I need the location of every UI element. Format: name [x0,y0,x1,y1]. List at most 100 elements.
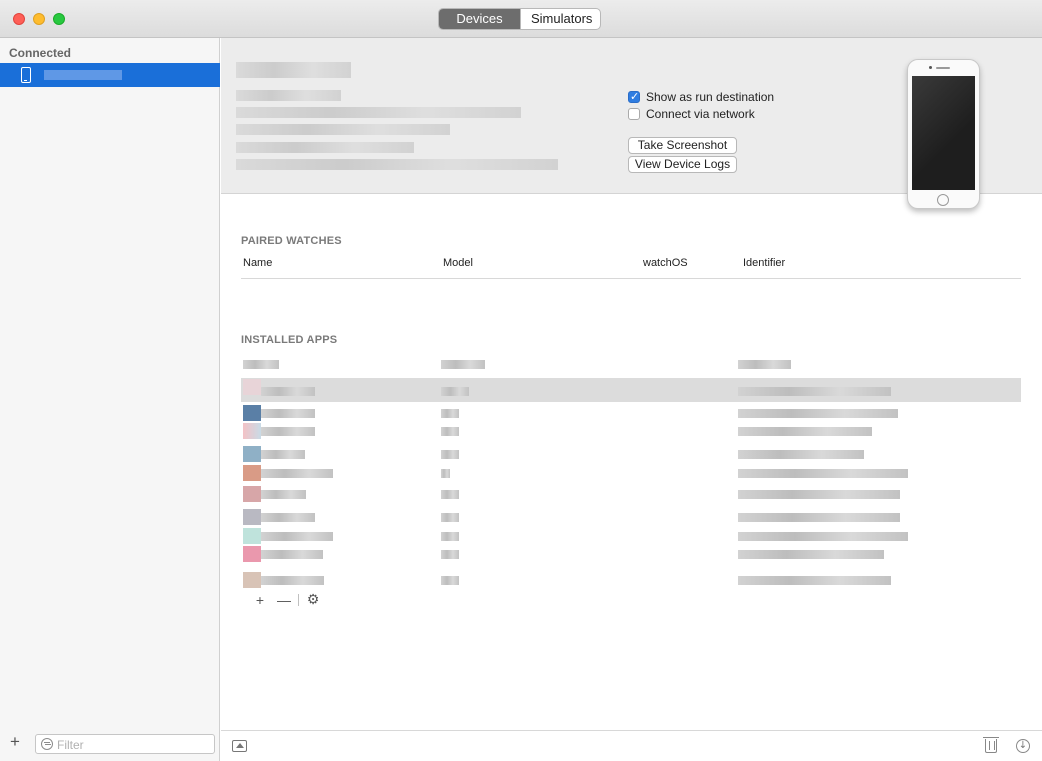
device-screen [912,76,975,190]
app-version-redacted [441,576,459,585]
device-info-redacted [236,124,450,135]
sidebar-footer: + [0,728,220,761]
app-identifier-redacted [738,450,864,459]
show-console-icon[interactable] [232,740,247,752]
table-row[interactable] [241,508,1021,526]
column-header-identifier[interactable]: Identifier [743,257,785,269]
device-name-redacted [44,70,122,80]
table-row[interactable] [241,445,1021,463]
connect-via-network-label: Connect via network [646,107,755,121]
app-name-redacted [261,513,315,522]
show-as-run-destination-option[interactable]: Show as run destination [628,89,774,105]
column-header-watchos[interactable]: watchOS [643,257,688,269]
table-row[interactable] [241,404,1021,422]
close-window-button[interactable] [13,13,25,25]
app-icon [243,405,261,421]
tab-devices[interactable]: Devices [439,9,520,29]
app-icon [243,446,261,462]
app-identifier-redacted [738,490,900,499]
app-icon [243,546,261,562]
app-name-redacted [261,576,324,585]
app-icon [243,528,261,544]
filter-input[interactable] [57,737,207,752]
app-identifier-redacted [738,513,900,522]
app-identifier-redacted [738,532,908,541]
take-screenshot-button[interactable]: Take Screenshot [628,137,737,154]
add-device-button[interactable]: + [10,733,20,750]
app-icon [243,572,261,588]
connect-via-network-checkbox[interactable] [628,108,640,120]
table-row[interactable] [241,527,1021,545]
sidebar-item-device[interactable] [0,63,220,87]
app-version-redacted [441,387,469,396]
view-device-logs-button[interactable]: View Device Logs [628,156,737,173]
tab-simulators[interactable]: Simulators [520,9,600,29]
iphone-icon [21,67,31,83]
app-version-redacted [441,490,459,499]
app-icon [243,486,261,502]
app-version-redacted [441,409,459,418]
window-titlebar: Devices Simulators [0,0,1042,38]
app-version-redacted [441,550,459,559]
table-row[interactable] [241,545,1021,563]
installed-apps-toolbar: + — ⚙ [248,592,325,608]
remove-app-button[interactable]: — [272,593,296,607]
device-image [907,59,980,209]
toolbar-divider [298,594,299,606]
app-version-redacted [441,427,459,436]
header-cell-redacted [441,360,485,369]
add-app-button[interactable]: + [248,593,272,607]
installed-apps-title: INSTALLED APPS [241,334,338,346]
filter-field[interactable] [35,734,215,754]
app-name-redacted [261,409,315,418]
filter-icon [41,738,53,750]
app-version-redacted [441,513,459,522]
app-name-redacted [261,490,306,499]
app-name-redacted [261,469,333,478]
app-icon [243,423,261,439]
app-identifier-redacted [738,576,891,585]
device-info-redacted [236,142,414,153]
connect-via-network-option[interactable]: Connect via network [628,106,755,122]
header-cell-redacted [243,360,279,369]
app-identifier-redacted [738,387,891,396]
app-identifier-redacted [738,550,884,559]
table-row[interactable] [241,464,1021,482]
app-icon [243,509,261,525]
trash-icon[interactable] [983,737,999,753]
home-button-icon [937,194,949,206]
app-identifier-redacted [738,469,908,478]
devices-simulators-segmented-control: Devices Simulators [438,8,601,30]
app-version-redacted [441,469,450,478]
table-row[interactable] [241,571,1021,589]
app-identifier-redacted [738,409,898,418]
app-icon [243,379,261,395]
download-icon[interactable]: ↓ [1016,739,1030,753]
column-header-name[interactable]: Name [243,257,272,269]
minimize-window-button[interactable] [33,13,45,25]
camera-icon [929,66,932,69]
app-identifier-redacted [738,427,872,436]
table-row[interactable] [241,422,1021,440]
app-version-redacted [441,532,459,541]
gear-icon[interactable]: ⚙ [301,593,325,607]
table-row[interactable] [241,485,1021,503]
bottom-bar: ↓ [221,730,1042,761]
connected-section-label: Connected [9,46,72,60]
app-icon [243,465,261,481]
device-title-redacted [236,62,351,78]
device-info-redacted [236,107,521,118]
device-sidebar: Connected + [0,38,220,761]
show-as-run-destination-checkbox[interactable] [628,90,640,103]
app-name-redacted [261,532,333,541]
column-header-model[interactable]: Model [443,257,473,269]
table-row[interactable] [241,378,1021,402]
apps-table-header [241,355,1021,373]
app-version-redacted [441,450,459,459]
device-info-header: Show as run destination Connect via netw… [221,38,1042,209]
zoom-window-button[interactable] [53,13,65,25]
app-name-redacted [261,550,323,559]
paired-watches-title: PAIRED WATCHES [241,235,342,247]
device-info-redacted [236,159,558,170]
header-cell-redacted [738,360,791,369]
